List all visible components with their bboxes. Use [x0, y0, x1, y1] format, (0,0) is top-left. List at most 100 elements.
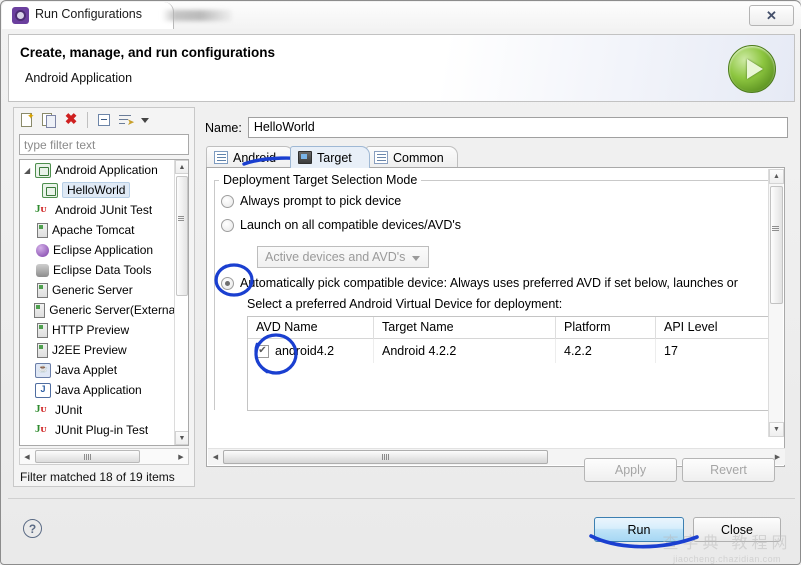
tree-item-android-junit-test[interactable]: Jᴜ Android JUnit Test — [20, 200, 176, 220]
expand-arrow-icon[interactable]: ◢ — [24, 166, 34, 175]
scroll-right-icon[interactable]: ▶ — [174, 453, 188, 461]
android-icon — [35, 163, 51, 178]
table-row[interactable]: ✔ android4.2 Android 4.2.2 4.2.2 17 — [248, 339, 770, 363]
duplicate-icon[interactable] — [40, 111, 58, 129]
help-question-icon[interactable]: ? — [23, 519, 42, 538]
target-tab-icon — [298, 151, 312, 164]
device-filter-dropdown[interactable]: Active devices and AVD's — [257, 246, 429, 268]
tree-item-apache-tomcat[interactable]: Apache Tomcat — [20, 220, 176, 240]
radio-always-prompt[interactable]: Always prompt to pick device — [221, 194, 401, 208]
avd-table[interactable]: AVD Name Target Name Platform API Level … — [247, 316, 771, 411]
column-header-platform[interactable]: Platform — [556, 317, 656, 339]
close-icon[interactable]: ✕ — [749, 5, 794, 26]
android-icon — [42, 183, 58, 198]
radio-icon[interactable] — [221, 277, 234, 290]
revert-button[interactable]: Revert — [682, 458, 775, 482]
radio-launch-all[interactable]: Launch on all compatible devices/AVD's — [221, 218, 461, 232]
platform-cell: 4.2.2 — [556, 339, 656, 363]
api-level-cell: 17 — [656, 339, 770, 363]
radio-icon[interactable] — [221, 195, 234, 208]
scroll-left-icon[interactable]: ◀ — [20, 453, 34, 461]
name-input[interactable]: HelloWorld — [248, 117, 788, 138]
tree-horizontal-scrollbar[interactable]: ◀ ▶ — [19, 448, 189, 465]
scroll-up-icon[interactable]: ▲ — [769, 169, 784, 184]
tree-item-junit[interactable]: Jᴜ JUnit — [20, 400, 176, 420]
target-name-cell: Android 4.2.2 — [374, 339, 556, 363]
name-label: Name: — [205, 121, 242, 135]
toolbar-separator — [87, 112, 88, 128]
tree-item-label: Eclipse Data Tools — [53, 263, 152, 277]
configurations-panel: ✦ ✖ ➤ type filter text ◢ Android Applica… — [13, 107, 195, 487]
server-icon — [34, 303, 45, 318]
page-subtitle: Android Application — [25, 71, 132, 85]
server-icon — [37, 283, 48, 298]
tree-item-junit-plugin-test[interactable]: Jᴜ JUnit Plug-in Test — [20, 420, 176, 440]
panel-hscroll-thumb[interactable] — [223, 450, 548, 464]
new-document-icon[interactable]: ✦ — [18, 111, 36, 129]
column-header-api-level[interactable]: API Level — [656, 317, 770, 339]
tree-item-generic-server[interactable]: Generic Server — [20, 280, 176, 300]
tree-vertical-scrollbar[interactable]: ▲ ▼ — [174, 160, 188, 445]
title-bar: Run Configurations ✕ — [2, 2, 801, 29]
chevron-down-icon[interactable] — [412, 256, 420, 261]
configurations-tree[interactable]: ◢ Android Application HelloWorld Jᴜ Andr… — [19, 159, 189, 446]
avd-checkbox[interactable]: ✔ — [256, 345, 269, 358]
run-configurations-dialog: Run Configurations ✕ Create, manage, and… — [0, 0, 801, 565]
junit-android-icon: Jᴜ — [35, 203, 51, 218]
avd-table-header: AVD Name Target Name Platform API Level — [248, 317, 770, 339]
scroll-up-icon[interactable]: ▲ — [175, 160, 189, 174]
header-band: Create, manage, and run configurations A… — [8, 34, 795, 102]
tab-label: Target — [317, 151, 352, 165]
tree-items: ◢ Android Application HelloWorld Jᴜ Andr… — [20, 160, 176, 440]
panel-scroll-thumb[interactable] — [770, 186, 783, 304]
server-icon — [37, 223, 48, 238]
tab-common[interactable]: Common — [366, 146, 458, 168]
tree-item-label: Eclipse Application — [53, 243, 153, 257]
gear-icon — [12, 7, 29, 24]
avd-name-text: android4.2 — [275, 344, 334, 358]
tree-item-java-applet[interactable]: ☕ Java Applet — [20, 360, 176, 380]
tree-item-helloworld[interactable]: HelloWorld — [20, 180, 176, 200]
tree-item-android-application[interactable]: ◢ Android Application — [20, 160, 176, 180]
chevron-down-icon[interactable] — [141, 118, 149, 123]
tree-item-label: J2EE Preview — [52, 343, 127, 357]
filter-icon[interactable]: ➤ — [117, 111, 135, 129]
scroll-down-icon[interactable]: ▼ — [769, 422, 784, 437]
blurred-title-region — [162, 10, 232, 21]
filter-input[interactable]: type filter text — [19, 134, 189, 155]
radio-icon[interactable] — [221, 219, 234, 232]
avd-name-cell[interactable]: ✔ android4.2 — [248, 339, 374, 363]
configurations-toolbar: ✦ ✖ ➤ — [14, 108, 194, 132]
tab-target[interactable]: Target — [290, 146, 370, 168]
panel-vertical-scrollbar[interactable]: ▲ ▼ — [768, 169, 783, 437]
scroll-down-icon[interactable]: ▼ — [175, 431, 189, 445]
column-header-avd-name[interactable]: AVD Name — [248, 317, 374, 339]
column-header-target-name[interactable]: Target Name — [374, 317, 556, 339]
apply-button[interactable]: Apply — [584, 458, 677, 482]
tree-item-j2ee-preview[interactable]: J2EE Preview — [20, 340, 176, 360]
tree-item-label: Java Applet — [55, 363, 117, 377]
radio-label: Always prompt to pick device — [240, 194, 401, 208]
tab-android[interactable]: Android — [206, 146, 294, 168]
tree-scroll-thumb[interactable] — [176, 176, 188, 296]
run-play-icon — [728, 45, 776, 93]
radio-label: Automatically pick compatible device: Al… — [240, 276, 738, 290]
junit-plugin-icon: Jᴜ — [35, 423, 51, 438]
tree-item-http-preview[interactable]: HTTP Preview — [20, 320, 176, 340]
footer-divider — [8, 498, 795, 499]
delete-x-icon[interactable]: ✖ — [62, 111, 80, 129]
scroll-left-icon[interactable]: ◀ — [208, 453, 223, 461]
radio-label: Launch on all compatible devices/AVD's — [240, 218, 461, 232]
android-tab-icon — [214, 151, 228, 164]
collapse-all-icon[interactable] — [95, 111, 113, 129]
watermark-cn: 查字典 教程网 — [662, 529, 791, 553]
tree-item-eclipse-application[interactable]: Eclipse Application — [20, 240, 176, 260]
target-tab-panel: Deployment Target Selection Mode Always … — [206, 167, 785, 467]
tree-item-eclipse-data-tools[interactable]: Eclipse Data Tools — [20, 260, 176, 280]
filter-status-text: Filter matched 18 of 19 items — [20, 470, 175, 484]
tree-item-generic-server-external[interactable]: Generic Server(External Launch) — [20, 300, 176, 320]
tree-item-java-application[interactable]: J Java Application — [20, 380, 176, 400]
tree-hscroll-thumb[interactable] — [35, 450, 140, 463]
radio-auto-pick[interactable]: Automatically pick compatible device: Al… — [221, 276, 738, 290]
tree-item-label: Java Application — [55, 383, 142, 397]
